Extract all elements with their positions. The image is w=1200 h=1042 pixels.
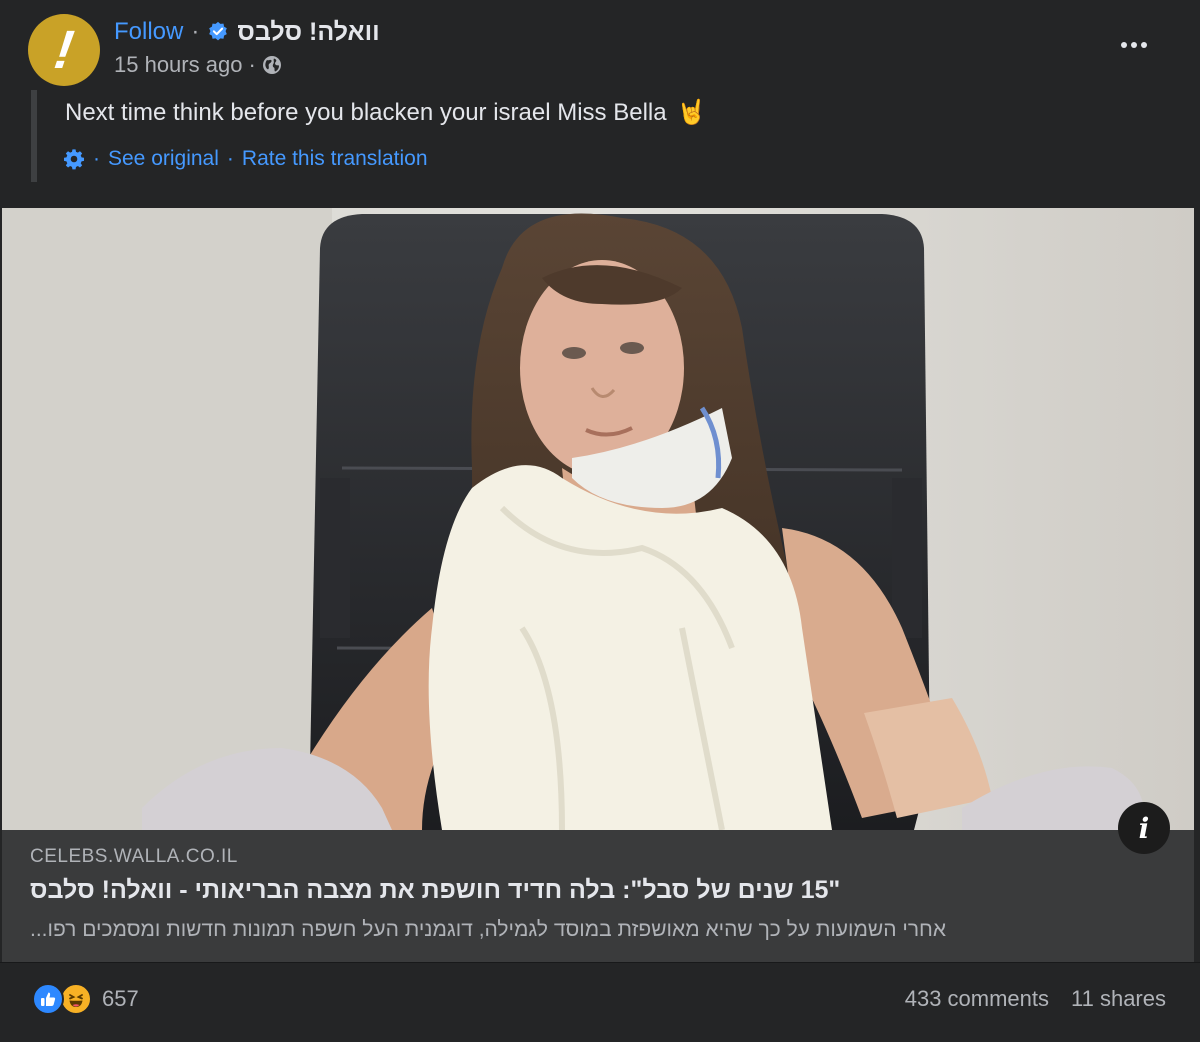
verified-badge-icon [209, 21, 228, 41]
see-original-link[interactable]: See original [108, 147, 219, 171]
post-timestamp[interactable]: 15 hours ago [114, 52, 242, 78]
rate-translation-link[interactable]: Rate this translation [242, 147, 428, 171]
gear-icon[interactable] [63, 148, 85, 170]
haha-reaction-icon [60, 983, 92, 1015]
separator-dot: · [226, 147, 234, 170]
reactions-summary[interactable]: 657 [32, 982, 139, 1016]
post-text-body: Next time think before you blacken your … [65, 98, 667, 126]
reaction-count: 657 [102, 986, 139, 1011]
translation-quote-bar [31, 90, 37, 182]
link-preview[interactable]: CELEBS.WALLA.CO.IL "15 שנים של סבל": בלה… [2, 830, 1194, 962]
info-icon[interactable]: i [1118, 802, 1170, 854]
preview-description: אחרי השמועות על כך שהיא מאושפזת במוסד לג… [30, 918, 947, 941]
separator-dot: · [191, 18, 200, 45]
more-options-icon[interactable] [1114, 30, 1154, 60]
photo-illustration [2, 208, 1194, 830]
shares-count-link[interactable]: 11 shares [1071, 986, 1166, 1012]
footer-divider [0, 962, 1200, 963]
translation-controls: · See original · Rate this translation [63, 145, 428, 173]
post-text: Next time think before you blacken your … [65, 98, 706, 127]
separator-dot: · [93, 147, 100, 170]
comments-count-link[interactable]: 433 comments [905, 986, 1049, 1012]
post-header: Follow · וואלה! סלבס [114, 16, 380, 48]
rock-hand-emoji: 🤘 [676, 99, 707, 126]
post-meta: 15 hours ago · [114, 50, 282, 80]
globe-icon[interactable] [262, 55, 282, 75]
engagement-stats: 433 comments 11 shares [905, 984, 1166, 1014]
page-name[interactable]: וואלה! סלבס [237, 18, 379, 47]
page-avatar[interactable]: ! [28, 14, 100, 86]
preview-title[interactable]: "15 שנים של סבל": בלה חדיד חושפת את מצבה… [30, 876, 980, 905]
separator-dot: · [248, 52, 256, 77]
post-photo[interactable] [2, 208, 1194, 830]
avatar-logo-mark: ! [50, 20, 78, 80]
follow-button[interactable]: Follow [114, 18, 183, 46]
like-reaction-icon [32, 983, 64, 1015]
post-card: ! Follow · וואלה! סלבס 15 hours ago · Ne… [0, 0, 1200, 1042]
preview-domain: CELEBS.WALLA.CO.IL [30, 846, 238, 867]
